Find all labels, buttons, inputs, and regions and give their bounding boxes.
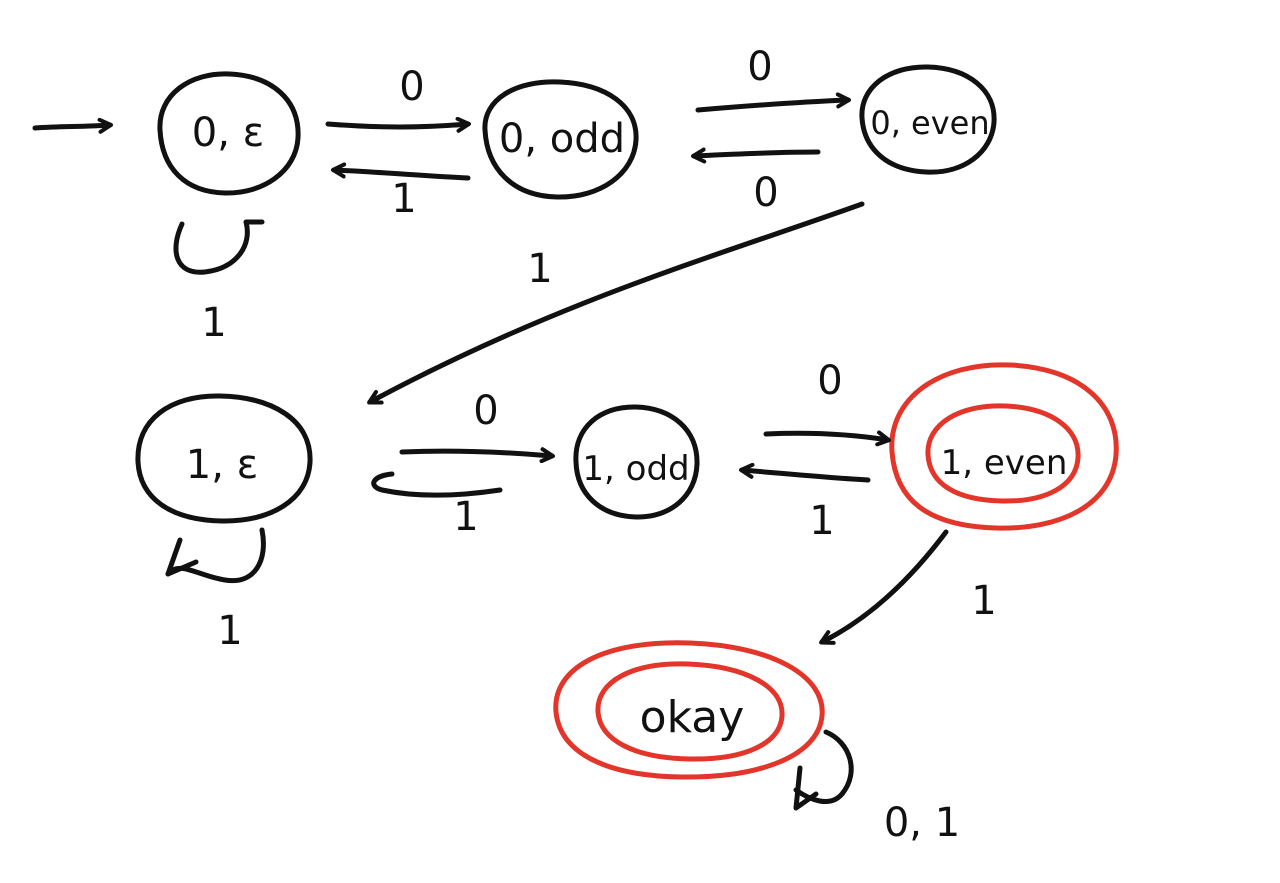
edge-1eps-self-loop xyxy=(165,527,266,584)
edge-1odd-to-1even xyxy=(763,430,891,447)
label-1eps-to-1odd: 0 xyxy=(473,388,498,434)
state-okay-label: okay xyxy=(640,692,745,743)
label-1odd-to-1eps: 1 xyxy=(453,494,478,540)
edge-0eps-self-loop xyxy=(173,219,265,275)
dfa-diagram: 0, ε 0, odd 0, even 1, ε 1, odd 1, even … xyxy=(0,0,1280,878)
label-1eps-self: 1 xyxy=(217,608,242,654)
state-1-even: 1, even xyxy=(889,362,1119,531)
state-1-odd: 1, odd xyxy=(573,404,700,520)
label-0odd-to-0even: 0 xyxy=(747,44,772,90)
state-0-odd-label: 0, odd xyxy=(499,116,625,162)
edge-0odd-to-0even xyxy=(695,92,851,113)
state-1-even-label: 1, even xyxy=(941,443,1068,483)
label-0odd-1: 1 xyxy=(527,246,552,292)
edge-okay-self-loop-head xyxy=(793,765,819,811)
label-0even-to-0odd: 0 xyxy=(753,170,778,216)
label-0eps-self: 1 xyxy=(201,300,226,346)
label-okay-self: 0, 1 xyxy=(884,800,960,846)
state-0-odd: 0, odd xyxy=(482,79,639,200)
label-1odd-to-1even: 0 xyxy=(817,358,842,404)
state-0-eps-label: 0, ε xyxy=(192,110,265,156)
edge-1even-to-okay xyxy=(819,529,949,645)
edge-1even-to-1odd xyxy=(739,462,871,483)
label-1even-to-1odd: 1 xyxy=(809,498,834,544)
state-0-even: 0, even xyxy=(859,64,997,175)
edge-0even-to-1eps xyxy=(367,201,865,405)
edge-okay-self-loop xyxy=(793,729,854,805)
state-0-even-label: 0, even xyxy=(870,104,989,142)
label-1even-to-okay: 1 xyxy=(971,578,996,624)
edge-0even-to-0odd xyxy=(691,147,821,164)
state-1-eps: 1, ε xyxy=(135,393,313,524)
label-0odd-to-0eps: 1 xyxy=(391,176,416,222)
edge-0eps-to-0odd xyxy=(325,116,471,133)
state-okay: okay xyxy=(553,640,825,780)
state-1-eps-label: 1, ε xyxy=(186,442,259,488)
dfa-diagram-svg: 0, ε 0, odd 0, even 1, ε 1, odd 1, even … xyxy=(32,44,1119,846)
start-arrow xyxy=(32,117,113,134)
state-0-eps: 0, ε xyxy=(157,71,301,196)
edge-1eps-to-1odd xyxy=(399,447,555,464)
edge-1odd-to-1eps xyxy=(371,471,503,498)
label-0eps-to-0odd: 0 xyxy=(399,64,424,110)
state-1-odd-label: 1, odd xyxy=(582,449,689,489)
